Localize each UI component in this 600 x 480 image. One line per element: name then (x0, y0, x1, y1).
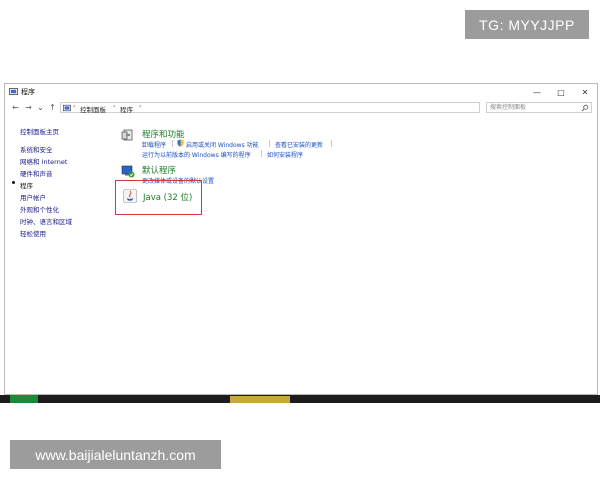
sidebar-item-programs[interactable]: 程序 (12, 180, 33, 190)
minimize-button[interactable]: — (525, 84, 549, 100)
maximize-button[interactable]: □ (549, 84, 573, 100)
control-panel-icon (9, 87, 18, 96)
up-button[interactable]: ↑ (48, 103, 57, 112)
sidebar-item-clock-region[interactable]: 时钟、语言和区域 (20, 216, 72, 226)
link-separator (261, 150, 262, 157)
control-panel-window: 程序 — □ ✕ ← → ⌄ ↑ › 控制面板 › 程序 › 搜索控制面板 控制… (4, 83, 598, 395)
sidebar-item-user-accounts[interactable]: 用户帐户 (20, 192, 46, 202)
how-to-install-link[interactable]: 如何安装程序 (267, 150, 303, 159)
sidebar-item-network[interactable]: 网络和 Internet (20, 156, 67, 166)
default-programs-icon (121, 165, 135, 178)
desktop-background-strip (230, 396, 290, 403)
sidebar-item-ease-of-access[interactable]: 轻松使用 (20, 228, 46, 238)
default-programs-title[interactable]: 默认程序 (142, 164, 176, 176)
link-separator (172, 140, 173, 147)
link-separator (269, 140, 270, 147)
view-installed-updates-link[interactable]: 查看已安装的更新 (275, 140, 323, 149)
uninstall-program-link[interactable]: 卸载程序 (142, 140, 166, 149)
desktop-background-strip (10, 395, 38, 403)
address-bar: ← → ⌄ ↑ › 控制面板 › 程序 › (5, 100, 597, 115)
windows-features-link[interactable]: 启用或关闭 Windows 功能 (186, 140, 259, 149)
breadcrumb-separator: › (73, 103, 76, 110)
sidebar-item-label: 程序 (20, 182, 33, 190)
sidebar-item-home[interactable]: 控制面板主页 (20, 126, 59, 136)
close-button[interactable]: ✕ (573, 84, 597, 100)
breadcrumb-separator: › (113, 103, 116, 110)
link-separator (331, 140, 332, 147)
desktop-background-strip (0, 395, 600, 403)
search-icon[interactable] (581, 104, 589, 112)
history-dropdown-button[interactable]: ⌄ (36, 103, 45, 112)
run-older-programs-link[interactable]: 运行为以前版本的 Windows 编写的程序 (142, 150, 251, 159)
breadcrumb-control-panel[interactable]: 控制面板 (80, 104, 106, 114)
breadcrumb-separator: › (139, 103, 142, 110)
watermark: www.baijialeluntanzh.com (10, 440, 221, 469)
title-bar: 程序 — □ ✕ (5, 84, 597, 100)
java-highlight-box (115, 180, 202, 215)
sidebar-item-appearance[interactable]: 外观和个性化 (20, 204, 59, 214)
window-title: 程序 (21, 88, 35, 96)
sidebar-item-hardware-sound[interactable]: 硬件和声音 (20, 168, 53, 178)
window-controls: — □ ✕ (525, 84, 597, 100)
back-button[interactable]: ← (11, 103, 20, 112)
search-box (486, 102, 592, 113)
tg-badge: TG: MYYJJPP (465, 10, 589, 39)
active-item-bullet (12, 181, 15, 184)
control-panel-icon (63, 104, 71, 112)
search-input[interactable] (490, 103, 570, 112)
address-box[interactable]: › 控制面板 › 程序 › (60, 102, 480, 114)
programs-features-icon (121, 129, 133, 141)
sidebar-item-system-security[interactable]: 系统和安全 (20, 144, 53, 154)
forward-button[interactable]: → (24, 103, 33, 112)
breadcrumb-programs[interactable]: 程序 (120, 104, 133, 114)
shield-icon (177, 139, 184, 147)
